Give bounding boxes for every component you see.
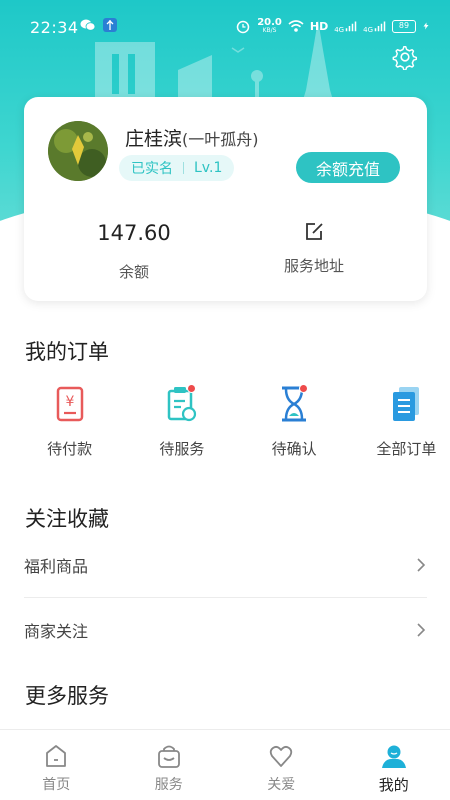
order-item-label: 待付款 [47,440,93,458]
shopping-bag-icon [157,745,180,768]
followed-merchants-row[interactable]: 商家关注 [24,598,427,662]
edit-icon [306,223,323,240]
notification-dot [186,384,196,393]
user-real-name: 庄桂滨 [125,128,183,150]
nav-label: 关爱 [267,777,296,793]
signal-label-2: 4G [363,26,373,34]
chevron-right-icon [417,558,426,572]
more-services-section-title: 更多服务 [25,684,109,708]
battery-icon: 89 [392,19,416,33]
favorites-section-title: 关注收藏 [25,507,109,531]
balance-label: 余额 [118,263,149,281]
nav-services[interactable]: 服务 [113,730,226,800]
level-tag: Lv.1 [194,160,223,176]
hd-indicator: HD [309,19,329,33]
user-nickname: (一叶孤舟) [182,130,259,149]
profile-card: 庄桂滨(一叶孤舟) 已实名 Lv.1 余额充值 147.60 余额 服务地址 [24,97,427,301]
service-address-stat[interactable]: 服务地址 [214,217,414,276]
nav-label: 首页 [42,777,71,793]
order-pending-payment[interactable]: ¥ 待付款 [26,384,113,464]
order-all[interactable]: 全部订单 [363,384,450,464]
verified-tag: 已实名 [131,161,173,177]
heart-icon [270,745,293,767]
alarm-icon [236,20,250,34]
user-name: 庄桂滨(一叶孤舟) [125,124,259,151]
status-time: 22:34 [30,18,79,37]
row-label: 福利商品 [24,557,89,576]
battery-level: 89 [398,21,410,30]
signal-icon [374,21,386,32]
orders-row: ¥ 待付款 待服务 待确认 全部订单 [0,384,450,464]
avatar[interactable] [48,121,108,181]
nav-home[interactable]: 首页 [0,730,113,800]
payment-icon: ¥ [56,386,83,422]
service-address-label: 服务地址 [283,257,344,275]
charging-icon [423,22,429,30]
favorite-products-row[interactable]: 福利商品 [24,533,427,597]
order-item-label: 待确认 [271,440,317,458]
signal-icon [345,21,357,32]
nav-label: 我的 [378,776,409,794]
wechat-icon [80,19,96,31]
notification-dot [298,384,308,393]
tag-separator [183,162,184,174]
bottom-navigation: 首页 服务 关爱 我的 [0,729,450,800]
settings-gear-icon[interactable] [392,44,418,70]
user-icon [381,745,406,768]
chevron-right-icon [417,623,426,637]
home-icon [46,745,67,767]
svg-text:¥: ¥ [65,394,74,410]
recharge-button[interactable]: 余额充值 [296,152,400,183]
avatar-image [48,121,108,181]
document-list-icon [393,387,420,421]
nav-label: 服务 [154,777,183,793]
balance-value: 147.60 [97,221,171,245]
status-bar: 22:34 20.0 KB/S HD 4G 4G 89 [0,0,450,56]
order-item-label: 待服务 [159,440,205,458]
order-item-label: 全部订单 [376,440,437,458]
balance-stat[interactable]: 147.60 余额 [34,217,234,282]
net-speed-unit: KB/S [262,27,277,34]
nav-mine[interactable]: 我的 [338,730,450,800]
wifi-icon [288,20,304,32]
order-pending-service[interactable]: 待服务 [138,384,225,464]
nav-care[interactable]: 关爱 [225,730,338,800]
signal-label-1: 4G [334,26,345,34]
user-tags: 已实名 Lv.1 [119,155,235,181]
orders-section-title: 我的订单 [25,340,109,364]
row-label: 商家关注 [24,622,89,641]
usb-icon [103,18,117,32]
order-pending-confirm[interactable]: 待确认 [251,384,338,464]
